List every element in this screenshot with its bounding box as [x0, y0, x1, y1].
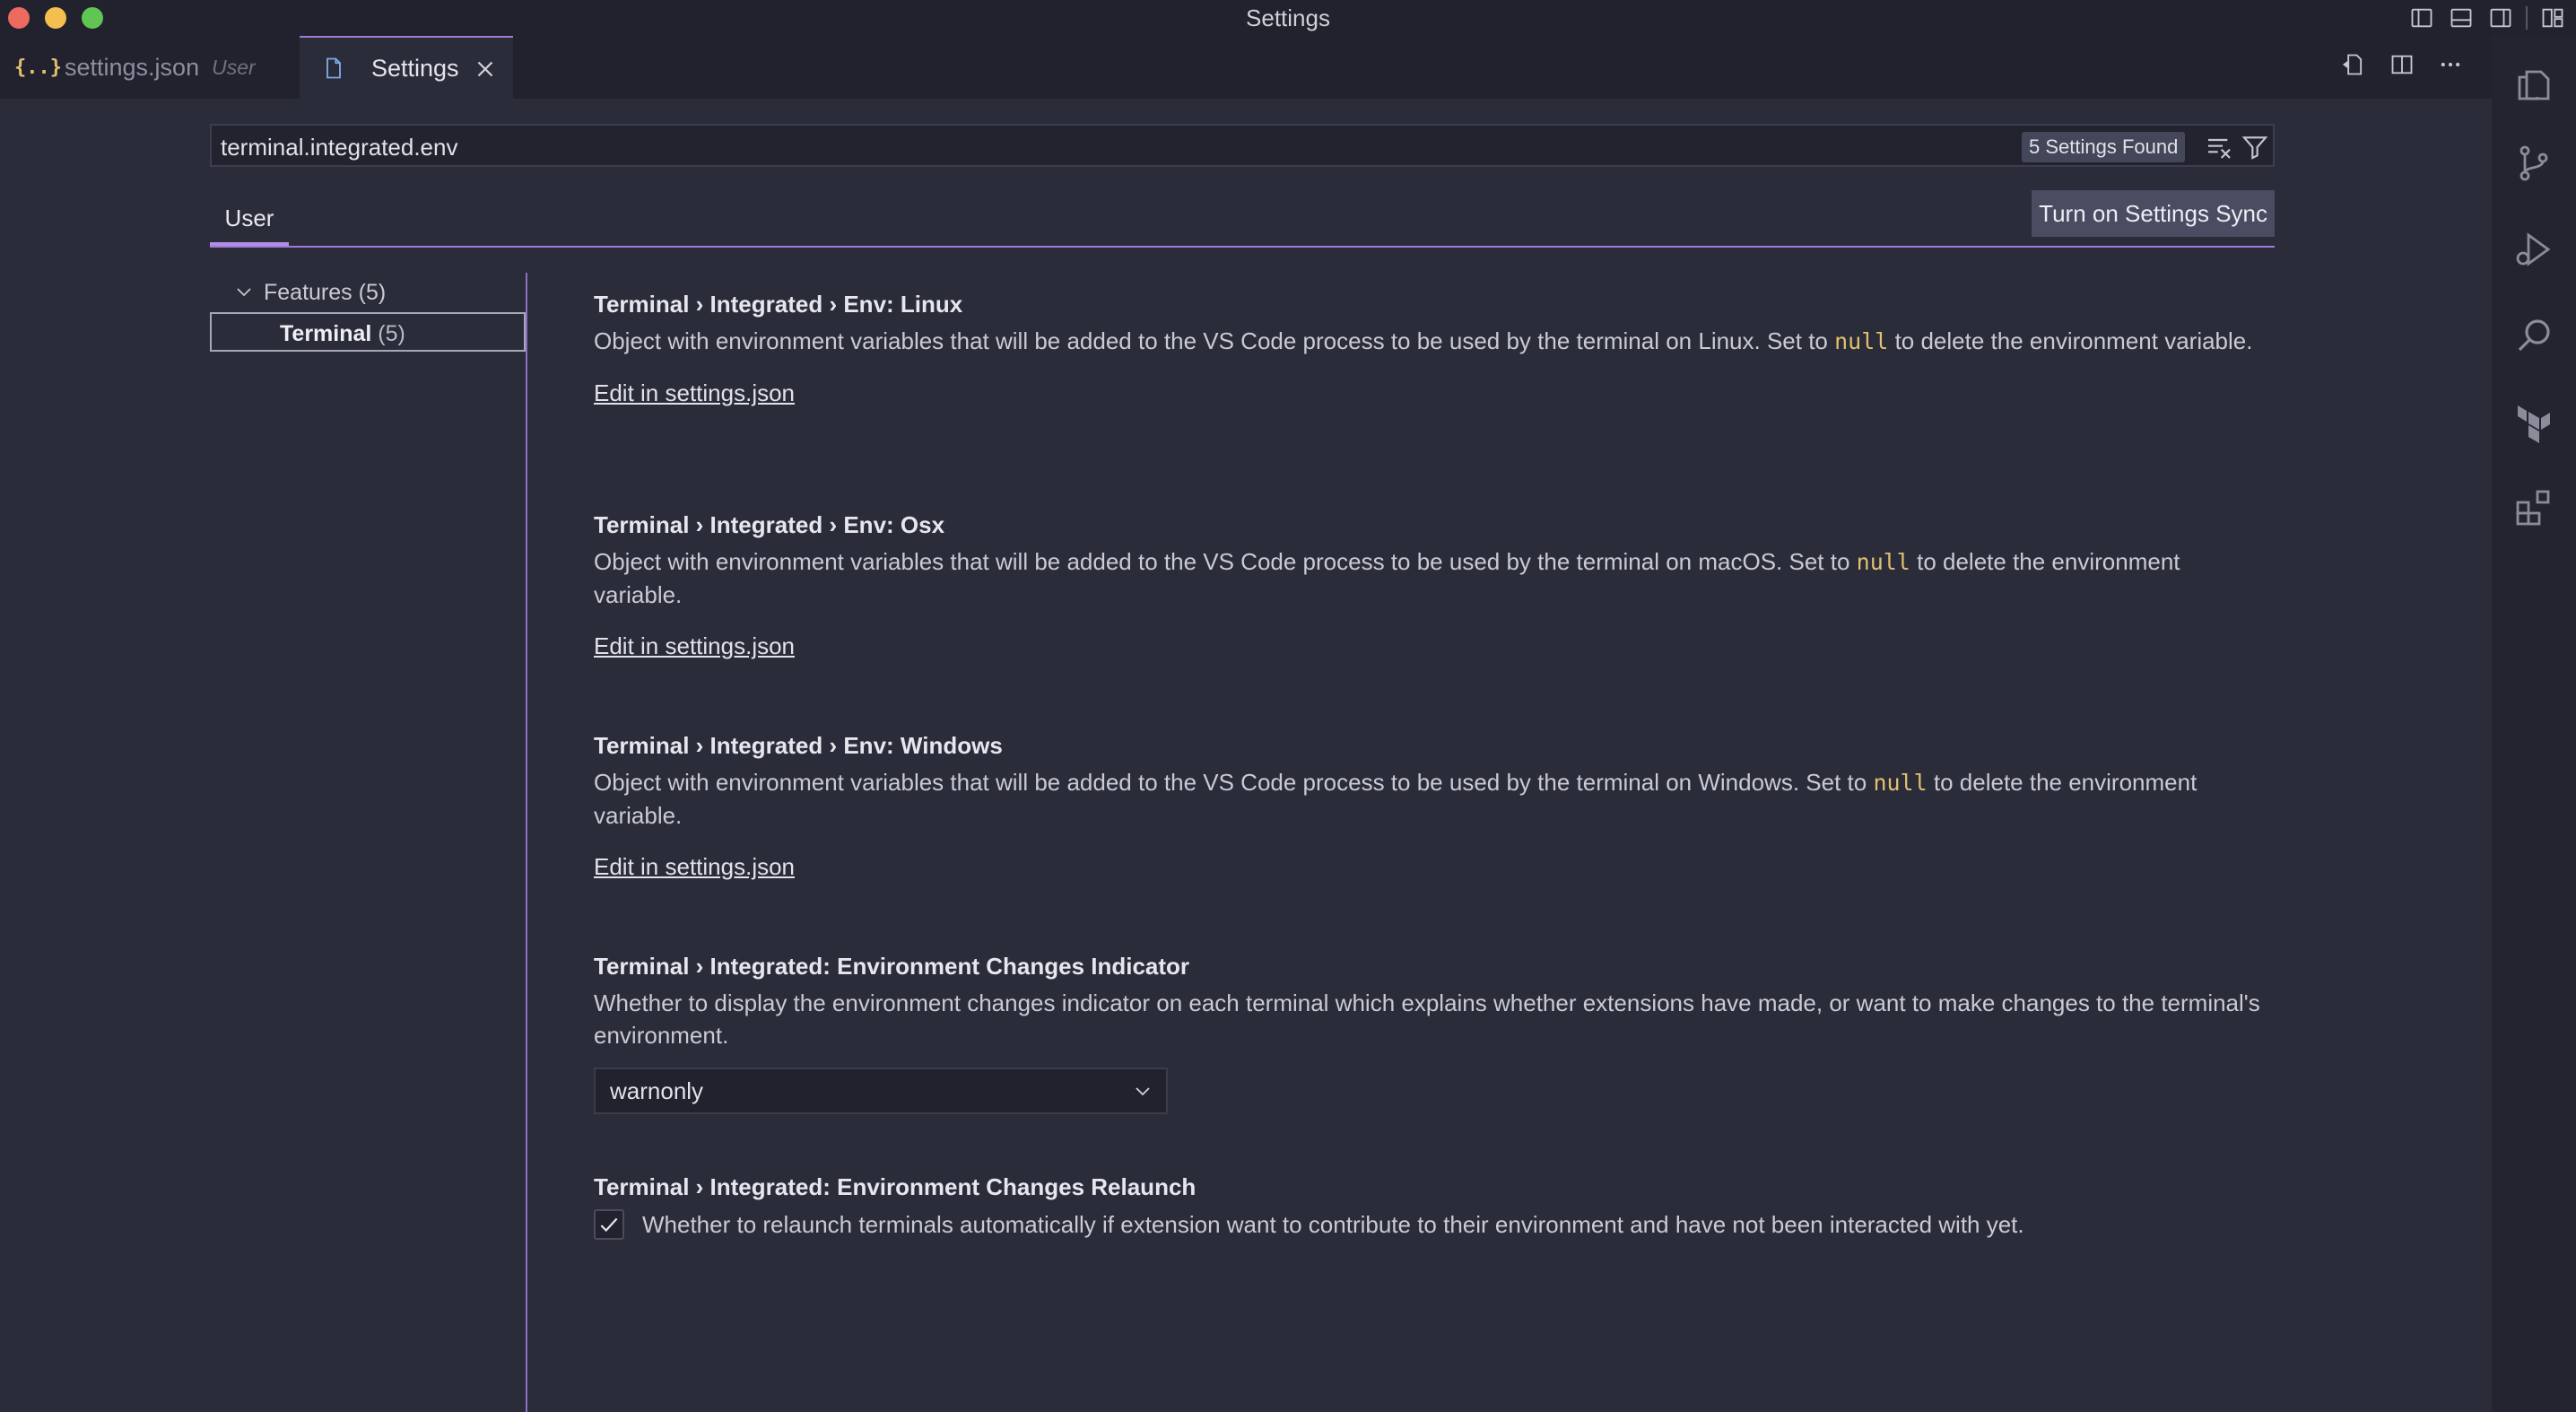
toggle-panel-icon[interactable]	[2447, 4, 2476, 32]
editor-tab-bar: {..} settings.json User Settings	[0, 36, 2492, 99]
tab-settings-json[interactable]: {..} settings.json User	[0, 36, 300, 99]
environment-changes-indicator-select[interactable]: warnonly	[594, 1068, 1168, 1114]
setting-description: Whether to display the environment chang…	[594, 989, 2260, 1049]
toc-item-count: (5)	[378, 321, 405, 346]
divider	[2526, 6, 2528, 30]
setting-name: Env: Windows	[843, 732, 1003, 759]
setting-title: Terminal › Integrated: Environment Chang…	[594, 949, 2262, 983]
source-control-icon[interactable]	[2492, 127, 2576, 199]
edit-in-settings-json-link[interactable]: Edit in settings.json	[594, 379, 795, 407]
environment-changes-relaunch-checkbox[interactable]	[594, 1209, 624, 1240]
description-text: to delete the environment variable.	[1888, 327, 2253, 354]
edit-in-settings-json-link[interactable]: Edit in settings.json	[594, 632, 795, 660]
setting-category: Terminal › Integrated:	[594, 1173, 838, 1200]
terraform-icon[interactable]	[2492, 386, 2576, 458]
code-null: null	[1856, 549, 1910, 575]
open-settings-json-icon[interactable]	[2339, 48, 2368, 81]
setting-title: Terminal › Integrated: Environment Chang…	[594, 1170, 2262, 1204]
turn-on-settings-sync-button[interactable]: Turn on Settings Sync	[2032, 190, 2275, 237]
layout-controls	[2407, 4, 2567, 32]
setting-title: Terminal › Integrated › Env: Linux	[594, 287, 2262, 321]
split-editor-icon[interactable]	[2388, 48, 2416, 81]
settings-toc: Features (5) Terminal (5)	[210, 273, 526, 352]
toggle-primary-sidebar-icon[interactable]	[2407, 4, 2436, 32]
tab-description: User	[212, 55, 256, 79]
explorer-icon[interactable]	[2492, 47, 2576, 118]
setting-description: Object with environment variables that w…	[594, 766, 2262, 832]
activity-bar	[2492, 36, 2576, 1412]
tab-label: Settings	[371, 54, 459, 82]
setting-description: Object with environment variables that w…	[594, 325, 2262, 358]
search-icon[interactable]	[2492, 300, 2576, 371]
description-text: Object with environment variables that w…	[594, 769, 1874, 796]
more-actions-icon[interactable]	[2436, 48, 2465, 81]
select-value: warnonly	[610, 1077, 704, 1104]
setting-name: Env: Linux	[843, 291, 963, 318]
tab-label: settings.json	[65, 53, 200, 81]
file-icon	[326, 57, 341, 79]
chevron-down-icon	[1136, 1087, 1150, 1096]
toc-item-label: Features	[264, 280, 352, 305]
tab-user-settings[interactable]: User	[210, 190, 289, 246]
code-null: null	[1834, 328, 1889, 354]
run-debug-icon[interactable]	[2492, 214, 2576, 285]
setting-name: Environment Changes Indicator	[837, 953, 1190, 980]
code-null: null	[1873, 770, 1928, 796]
description-text: Object with environment variables that w…	[594, 548, 1857, 575]
edit-in-settings-json-link[interactable]: Edit in settings.json	[594, 853, 795, 881]
settings-search-box: 5 Settings Found	[210, 124, 2275, 167]
chevron-down-icon	[237, 288, 251, 297]
toc-item-terminal[interactable]: Terminal (5)	[210, 312, 526, 352]
setting-environment-changes-relaunch: Terminal › Integrated: Environment Chang…	[594, 1170, 2262, 1240]
setting-title: Terminal › Integrated › Env: Windows	[594, 728, 2262, 763]
setting-environment-changes-indicator: Terminal › Integrated: Environment Chang…	[594, 949, 2262, 1170]
window-title: Settings	[1246, 4, 1330, 31]
clear-search-icon[interactable]	[2205, 133, 2233, 161]
settings-list: Terminal › Integrated › Env: Linux Objec…	[594, 287, 2262, 1240]
checkmark-icon	[600, 1217, 618, 1233]
settings-search-input[interactable]	[219, 131, 1927, 163]
description-text: Object with environment variables that w…	[594, 327, 1835, 354]
setting-env-osx: Terminal › Integrated › Env: Osx Object …	[594, 508, 2262, 728]
setting-env-linux: Terminal › Integrated › Env: Linux Objec…	[594, 287, 2262, 508]
json-braces-icon: {..}	[14, 56, 62, 79]
title-bar: Settings	[0, 0, 2576, 36]
toc-item-features[interactable]: Features (5)	[210, 273, 526, 312]
customize-layout-icon[interactable]	[2538, 4, 2567, 32]
setting-category: Terminal › Integrated ›	[594, 511, 844, 538]
setting-category: Terminal › Integrated ›	[594, 732, 844, 759]
extensions-icon[interactable]	[2492, 472, 2576, 544]
tab-settings[interactable]: Settings	[300, 36, 513, 99]
setting-category: Terminal › Integrated:	[594, 953, 838, 980]
checkbox-row: Whether to relaunch terminals automatica…	[594, 1209, 2262, 1240]
setting-name: Env: Osx	[843, 511, 945, 538]
setting-description: Object with environment variables that w…	[594, 545, 2262, 611]
settings-found-badge: 5 Settings Found	[2022, 132, 2186, 162]
toc-item-label: Terminal	[280, 321, 372, 346]
setting-category: Terminal › Integrated ›	[594, 291, 844, 318]
setting-title: Terminal › Integrated › Env: Osx	[594, 508, 2262, 542]
toc-divider	[526, 273, 527, 1412]
toc-item-count: (5)	[358, 280, 387, 305]
setting-env-windows: Terminal › Integrated › Env: Windows Obj…	[594, 728, 2262, 949]
close-tab-icon[interactable]	[472, 56, 499, 83]
setting-name: Environment Changes Relaunch	[837, 1173, 1197, 1200]
editor-actions	[2339, 48, 2465, 81]
checkbox-label: Whether to relaunch terminals automatica…	[642, 1210, 2024, 1238]
filter-icon[interactable]	[2241, 133, 2269, 161]
toggle-secondary-sidebar-icon[interactable]	[2486, 4, 2515, 32]
settings-scope-tabs: User Turn on Settings Sync	[210, 190, 2275, 248]
